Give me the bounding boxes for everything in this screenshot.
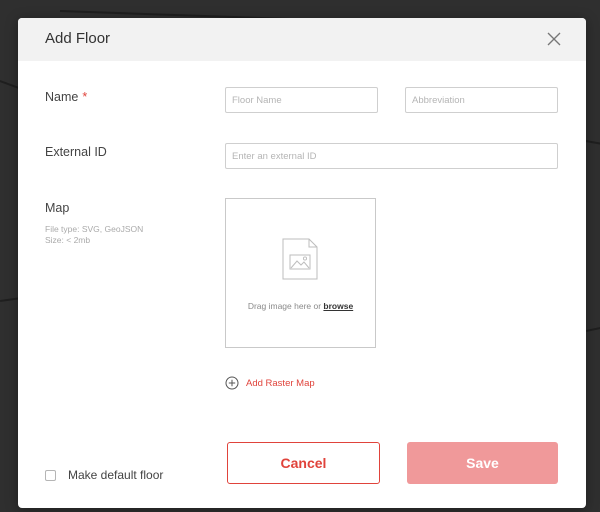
add-raster-map-button[interactable]: Add Raster Map bbox=[225, 375, 315, 391]
external-id-label: External ID bbox=[45, 145, 107, 159]
dialog-title: Add Floor bbox=[45, 30, 111, 47]
plus-circle-icon bbox=[225, 376, 239, 390]
background-map-line bbox=[0, 80, 19, 89]
floor-name-input[interactable] bbox=[225, 87, 378, 113]
browse-link[interactable]: browse bbox=[323, 301, 353, 311]
add-floor-dialog: Add Floor Name* External ID Map File typ… bbox=[18, 18, 586, 508]
map-file-type-hint: File type: SVG, GeoJSON bbox=[45, 224, 144, 234]
external-id-input[interactable] bbox=[225, 143, 558, 169]
save-button[interactable]: Save bbox=[407, 442, 558, 484]
default-floor-label: Make default floor bbox=[68, 468, 164, 482]
map-dropzone[interactable]: Drag image here or browse bbox=[225, 198, 376, 348]
image-file-icon bbox=[282, 238, 318, 280]
map-label: Map bbox=[45, 201, 70, 215]
abbreviation-input[interactable] bbox=[405, 87, 558, 113]
name-label: Name * bbox=[45, 90, 87, 104]
map-size-hint: Size: < 2mb bbox=[45, 235, 91, 245]
background-map-line bbox=[585, 140, 600, 146]
close-icon[interactable] bbox=[544, 29, 564, 49]
background-map-line bbox=[586, 325, 600, 332]
default-floor-toggle[interactable]: Make default floor bbox=[45, 468, 163, 482]
default-floor-checkbox[interactable] bbox=[45, 469, 56, 481]
dropzone-instruction: Drag image here or bbox=[247, 301, 322, 311]
dropzone-text: Drag image here or browse bbox=[226, 301, 375, 311]
add-raster-map-label: Add Raster Map bbox=[246, 377, 315, 389]
cancel-button[interactable]: Cancel bbox=[227, 442, 380, 484]
name-label-text: Name bbox=[45, 90, 79, 104]
required-marker: * bbox=[82, 90, 88, 104]
dialog-header: Add Floor bbox=[18, 18, 586, 61]
